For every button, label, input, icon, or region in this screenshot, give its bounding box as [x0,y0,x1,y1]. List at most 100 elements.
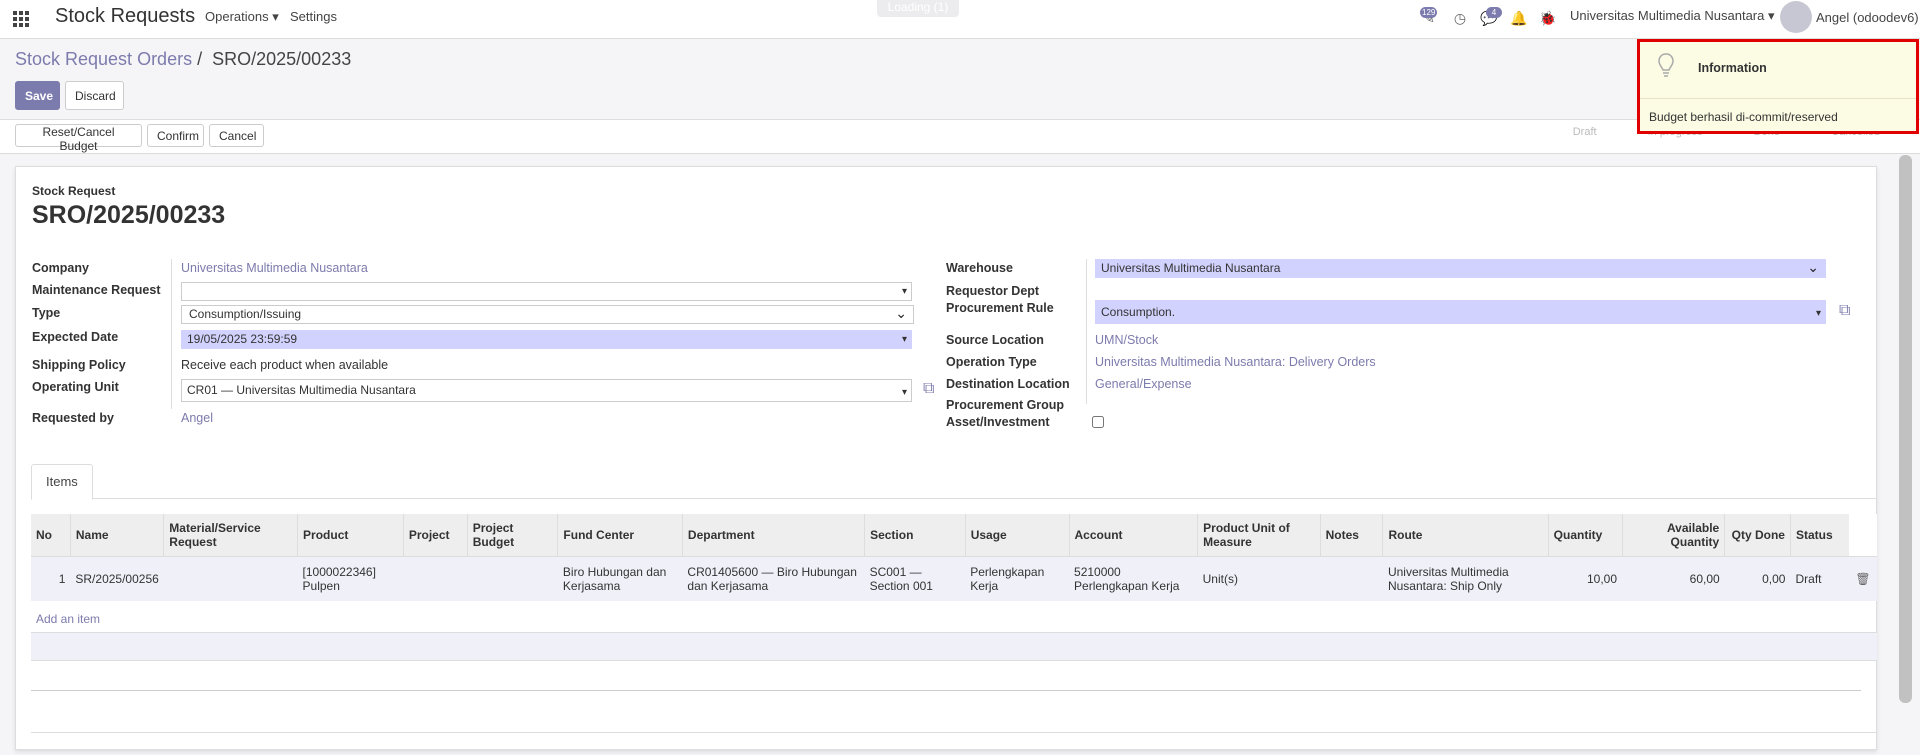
top-navbar: Stock Requests Operations ▾ Settings Loa… [0,0,1920,39]
col-notes[interactable]: Notes [1319,514,1383,557]
sheet-label: Stock Request [32,184,116,198]
destination-location-label: Destination Location [946,377,1070,391]
apps-menu-icon[interactable] [13,11,29,27]
lightbulb-icon [1658,53,1674,77]
status-bar: Reset/Cancel Budget Confirm Cancel Draft… [0,119,1920,154]
bug-icon[interactable]: 🐞 [1539,9,1557,27]
requestor-dept-label: Requestor Dept [946,284,1040,298]
trash-icon[interactable]: 🗑 [1848,556,1877,601]
breadcrumb: Stock Request Orders / SRO/2025/00233 [15,49,351,70]
asset-investment-label: Asset/Investment [946,415,1050,429]
col-route[interactable]: Route [1382,514,1549,557]
right-group-divider [1086,259,1087,404]
table-bottom-line [31,732,1877,734]
app-title[interactable]: Stock Requests [55,5,195,28]
caret-down-icon: ▾ [901,334,907,345]
cell-route: Universitas Multimedia Nusantara: Ship O… [1382,556,1549,601]
destination-location-value[interactable]: General/Expense [1095,377,1192,391]
table-footer-line [31,690,1861,691]
external-link-icon[interactable]: ⧉ [923,381,941,397]
col-no[interactable]: No [31,514,71,557]
col-available[interactable]: Available Quantity [1621,514,1725,557]
items-table: No Name Material/Service Request Product… [31,514,1877,601]
company-switcher[interactable]: Universitas Multimedia Nusantara ▾ [1570,8,1775,24]
requested-by-value[interactable]: Angel [181,411,213,425]
col-fund-center[interactable]: Fund Center [557,514,683,557]
notification-header: Information [1640,42,1916,99]
requested-by-label: Requested by [32,411,114,425]
col-name[interactable]: Name [69,514,164,557]
col-status[interactable]: Status [1789,514,1849,557]
warehouse-label: Warehouse [946,261,1013,275]
cell-project [403,556,468,601]
status-step-draft[interactable]: Draft [1573,126,1597,138]
notification-title: Information [1698,61,1767,75]
table-row[interactable]: 1 SR/2025/00256 [1000022346] Pulpen Biro… [31,556,1877,601]
col-project-budget[interactable]: Project Budget [466,514,558,557]
col-material[interactable]: Material/Service Request [163,514,298,557]
col-usage[interactable]: Usage [964,514,1070,557]
cell-account: 5210000 Perlengkapan Kerja [1069,556,1198,601]
cell-usage: Perlengkapan Kerja [965,556,1070,601]
col-uom[interactable]: Product Unit of Measure [1197,514,1321,557]
cell-notes [1320,556,1383,601]
confirm-button[interactable]: Confirm [147,124,204,147]
source-location-label: Source Location [946,333,1044,347]
procurement-group-label: Procurement Group [946,398,1065,412]
caret-down-icon: ▾ [901,387,907,398]
company-value[interactable]: Universitas Multimedia Nusantara [181,261,368,275]
caret-down-icon: ▾ [1815,308,1821,319]
menu-operations[interactable]: Operations ▾ [205,9,279,25]
breadcrumb-separator: / [197,49,203,69]
cancel-button[interactable]: Cancel [209,124,264,147]
expected-date-label: Expected Date [32,330,119,344]
col-department[interactable]: Department [681,514,865,557]
tab-items[interactable]: Items [31,464,93,500]
user-menu[interactable]: Angel (odoodev6) [1816,10,1919,25]
operation-type-value[interactable]: Universitas Multimedia Nusantara: Delive… [1095,355,1376,369]
operating-unit-label: Operating Unit [32,380,119,394]
warehouse-select[interactable]: Universitas Multimedia Nusantara ⌄ [1095,259,1826,278]
cell-quantity: 10,00 [1548,556,1623,601]
activity-badge: 129 [1420,7,1438,18]
col-account[interactable]: Account [1068,514,1198,557]
cell-project-budget [467,556,558,601]
bell-icon[interactable]: 🔔 [1510,9,1528,27]
avatar[interactable] [1780,1,1812,33]
breadcrumb-parent[interactable]: Stock Request Orders [15,49,192,69]
notification-popup: Information Budget berhasil di-commit/re… [1637,39,1919,134]
maintenance-request-field[interactable]: ▾ [181,282,912,301]
cell-section: SC001 — Section 001 [864,556,966,601]
add-item-link[interactable]: Add an item [36,612,100,626]
col-project[interactable]: Project [402,514,468,557]
col-quantity[interactable]: Quantity [1547,514,1623,557]
cell-department: CR01405600 — Biro Hubungan dan Kerjasama [682,556,865,601]
menu-settings[interactable]: Settings [290,9,337,24]
save-button[interactable]: Save [15,81,60,110]
cell-uom: Unit(s) [1197,556,1321,601]
operation-type-label: Operation Type [946,355,1037,369]
source-location-value[interactable]: UMN/Stock [1095,333,1158,347]
external-link-icon[interactable]: ⧉ [1839,303,1857,319]
col-qty-done[interactable]: Qty Done [1724,514,1791,557]
scrollbar-thumb[interactable] [1899,155,1912,703]
maintenance-request-label: Maintenance Request [32,283,161,297]
col-section[interactable]: Section [864,514,966,557]
messages-icon[interactable]: 💬 4 [1480,7,1502,27]
type-select[interactable]: Consumption/Issuing ⌄ [181,305,914,324]
discard-button[interactable]: Discard [65,81,124,110]
activity-edit-icon[interactable]: ✎ 129 [1420,7,1438,27]
left-group-divider [171,259,172,409]
cell-no: 1 [31,556,71,601]
col-product[interactable]: Product [297,514,404,557]
operating-unit-field[interactable]: CR01 — Universitas Multimedia Nusantara ▾ [181,379,912,402]
expected-date-field[interactable]: 19/05/2025 23:59:59 ▾ [181,330,912,349]
cell-name: SR/2025/00256 [70,556,164,601]
cell-qty-done: 0,00 [1724,556,1791,601]
procurement-rule-field[interactable]: Consumption. ▾ [1095,300,1826,324]
reset-cancel-budget-button[interactable]: Reset/Cancel Budget [15,124,142,153]
asset-investment-checkbox[interactable] [1092,416,1104,428]
cell-available: 60,00 [1622,556,1725,601]
type-label: Type [32,306,61,320]
clock-icon[interactable]: ◷ [1451,9,1469,27]
